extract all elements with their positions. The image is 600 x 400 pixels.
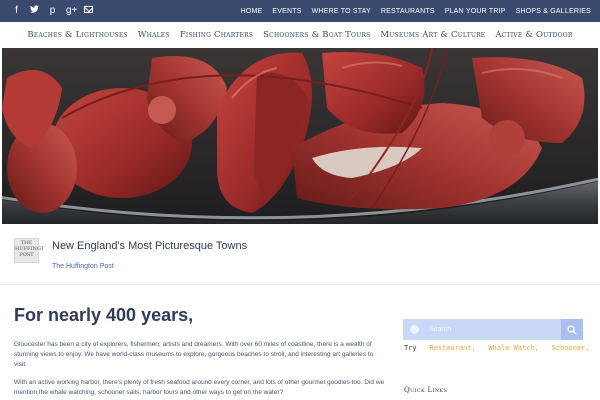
google-plus-icon[interactable]: g+ (66, 0, 77, 22)
top-bar: f p g+ HOME EVENTS WHERE TO STAY RESTAUR… (0, 0, 600, 22)
topnav-shops-galleries[interactable]: SHOPS & GALLERIES (516, 8, 591, 15)
divider (0, 284, 600, 285)
location-icon (403, 319, 425, 340)
social-links: f p g+ (12, 0, 93, 22)
try-label: Try (404, 344, 417, 352)
pinterest-icon[interactable]: p (48, 0, 57, 22)
search-button[interactable] (561, 319, 583, 340)
nav-beaches-lighthouses[interactable]: Beaches & Lighthouses (27, 30, 127, 40)
top-nav: HOME EVENTS WHERE TO STAY RESTAURANTS PL… (241, 0, 591, 22)
suggestion-whale-watch[interactable]: Whale Watch, (488, 344, 539, 352)
facebook-icon[interactable]: f (12, 0, 21, 22)
mail-icon[interactable] (84, 0, 93, 22)
search-icon (567, 324, 577, 335)
topnav-events[interactable]: EVENTS (272, 8, 301, 15)
suggestion-restaurant[interactable]: Restaurant, (429, 344, 475, 352)
featured-article[interactable]: THE HUFFINGT POST New England's Most Pic… (0, 228, 600, 284)
article-source[interactable]: The Huffington Post (52, 263, 114, 270)
suggestion-schooner[interactable]: Schooner, (552, 344, 590, 352)
nav-schooners-boat-tours[interactable]: Schooners & Boat Tours (263, 30, 370, 40)
nav-whales[interactable]: Whales (138, 30, 170, 40)
harbor-paragraph: With an active working harbor, there's p… (14, 379, 385, 396)
huffington-post-logo: THE HUFFINGT POST (14, 238, 44, 263)
hero-image (2, 48, 598, 224)
main-nav: Beaches & Lighthouses Whales Fishing Cha… (0, 22, 600, 48)
topnav-home[interactable]: HOME (241, 8, 263, 15)
search-input[interactable] (429, 323, 559, 336)
quick-links-heading: Quick Links (404, 386, 448, 394)
topnav-where-to-stay[interactable]: WHERE TO STAY (312, 8, 371, 15)
topnav-restaurants[interactable]: RESTAURANTS (381, 8, 435, 15)
nav-active-outdoor[interactable]: Active & Outdoor (495, 30, 572, 40)
search-suggestions: Try Restaurant, Whale Watch, Schooner, (404, 344, 590, 352)
nav-museums-art-culture[interactable]: Museums Art & Culture (380, 30, 485, 40)
lobster-photo (2, 48, 598, 224)
intro-paragraph: Gloucester has been a city of explorers,… (14, 341, 374, 368)
nav-fishing-charters[interactable]: Fishing Charters (180, 30, 253, 40)
page-headline: For nearly 400 years, (14, 305, 194, 325)
twitter-icon[interactable] (30, 0, 39, 22)
topnav-plan-your-trip[interactable]: PLAN YOUR TRIP (445, 8, 506, 15)
article-title[interactable]: New England's Most Picturesque Towns (52, 240, 247, 252)
search-box (403, 319, 583, 340)
